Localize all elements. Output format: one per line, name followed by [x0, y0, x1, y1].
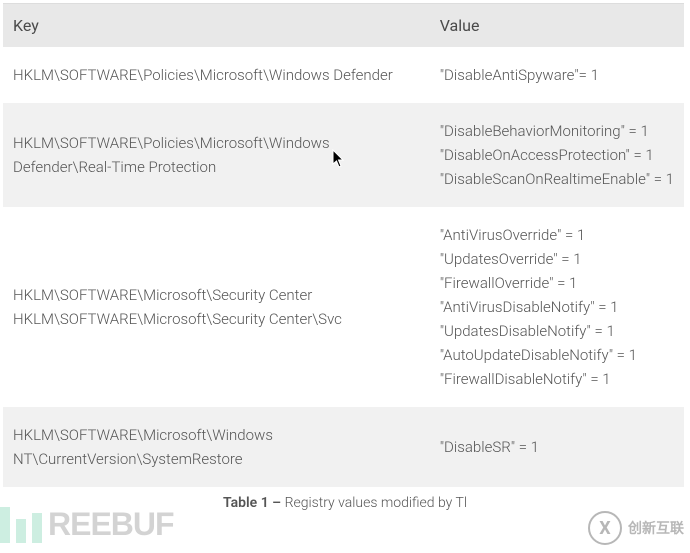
- value-text: "FirewallOverride" = 1: [440, 271, 674, 295]
- table-row: HKLM\SOFTWARE\Policies\Microsoft\Windows…: [3, 103, 684, 207]
- value-text: "DisableScanOnRealtimeEnable" = 1: [440, 167, 674, 191]
- key-text: HKLM\SOFTWARE\Microsoft\Windows NT\Curre…: [13, 423, 420, 471]
- value-cell: "AntiVirusOverride" = 1 "UpdatesOverride…: [430, 207, 684, 407]
- watermark-left: REEBUF: [0, 506, 174, 543]
- value-text: "AntiVirusOverride" = 1: [440, 223, 674, 247]
- registry-table: Key Value HKLM\SOFTWARE\Policies\Microso…: [3, 3, 684, 487]
- caption-label: Table 1 –: [223, 495, 285, 511]
- key-cell: HKLM\SOFTWARE\Microsoft\Windows NT\Curre…: [3, 407, 430, 487]
- table-row: HKLM\SOFTWARE\Microsoft\Security Center …: [3, 207, 684, 407]
- key-cell: HKLM\SOFTWARE\Microsoft\Security Center …: [3, 207, 430, 407]
- value-text: "DisableAntiSpyware"= 1: [440, 63, 674, 87]
- header-row: Key Value: [3, 4, 684, 48]
- header-value: Value: [430, 4, 684, 48]
- table-row: HKLM\SOFTWARE\Policies\Microsoft\Windows…: [3, 47, 684, 103]
- value-text: "DisableBehaviorMonitoring" = 1: [440, 119, 674, 143]
- table-caption: Table 1 – Registry values modified by Tl: [0, 487, 690, 511]
- value-cell: "DisableSR" = 1: [430, 407, 684, 487]
- key-text: HKLM\SOFTWARE\Policies\Microsoft\Windows…: [13, 131, 420, 179]
- watermark-glyph-icon: X: [588, 511, 622, 545]
- value-cell: "DisableAntiSpyware"= 1: [430, 47, 684, 103]
- key-cell: HKLM\SOFTWARE\Policies\Microsoft\Windows…: [3, 103, 430, 207]
- table-row: HKLM\SOFTWARE\Microsoft\Windows NT\Curre…: [3, 407, 684, 487]
- value-text: "AntiVirusDisableNotify" = 1: [440, 295, 674, 319]
- key-cell: HKLM\SOFTWARE\Policies\Microsoft\Windows…: [3, 47, 430, 103]
- key-text: HKLM\SOFTWARE\Policies\Microsoft\Windows…: [13, 63, 420, 87]
- value-cell: "DisableBehaviorMonitoring" = 1 "Disable…: [430, 103, 684, 207]
- watermark-left-text: REEBUF: [48, 506, 174, 543]
- value-text: "UpdatesOverride" = 1: [440, 247, 674, 271]
- value-text: "UpdatesDisableNotify" = 1: [440, 319, 674, 343]
- value-text: "DisableOnAccessProtection" = 1: [440, 143, 674, 167]
- value-text: "FirewallDisableNotify" = 1: [440, 367, 674, 391]
- watermark-bars-icon: [0, 507, 42, 543]
- watermark-right: X 创新互联: [588, 511, 684, 545]
- caption-text: Registry values modified by Tl: [285, 495, 467, 511]
- value-text: "DisableSR" = 1: [440, 435, 674, 459]
- header-key: Key: [3, 4, 430, 48]
- key-text: HKLM\SOFTWARE\Microsoft\Security Center: [13, 283, 420, 307]
- watermark-right-text: 创新互联: [628, 518, 684, 538]
- key-text: HKLM\SOFTWARE\Microsoft\Security Center\…: [13, 307, 420, 331]
- value-text: "AutoUpdateDisableNotify" = 1: [440, 343, 674, 367]
